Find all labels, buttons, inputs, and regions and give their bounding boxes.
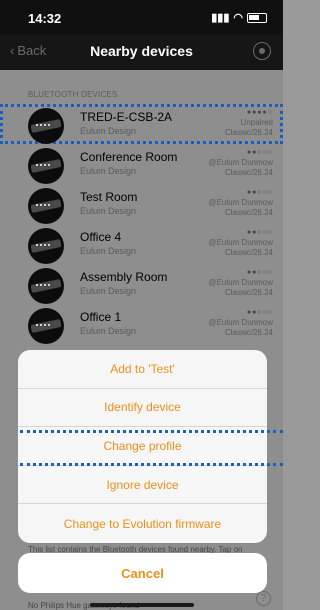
- status-bar: 14:32 ▮▮▮ ◠: [0, 0, 283, 34]
- device-maker: Eulum Design: [80, 246, 137, 256]
- device-maker: Eulum Design: [80, 326, 137, 336]
- status-time: 14:32: [28, 11, 62, 26]
- status-icons: ▮▮▮ ◠: [211, 11, 267, 24]
- signal-icon: ▮▮▮: [211, 12, 230, 24]
- device-thumbnail: [28, 148, 64, 184]
- device-row-test-room[interactable]: Test Room Eulum Design ●●○○○ @Eulum Dunm…: [0, 184, 283, 224]
- device-thumbnail: [28, 188, 64, 224]
- device-meta: @Eulum Dunmow Classic/26.24: [208, 318, 273, 337]
- signal-strength: ●●○○○: [246, 149, 273, 156]
- navigation-bar: ‹ Back Nearby devices: [0, 34, 283, 70]
- ignore-device-button[interactable]: Ignore device: [18, 466, 267, 505]
- device-thumbnail: [28, 108, 64, 144]
- page-title: Nearby devices: [90, 43, 193, 59]
- device-name: Test Room: [80, 190, 138, 204]
- device-list: TRED-E-CSB-2A Eulum Design ●●●●○ Unpaire…: [0, 104, 283, 344]
- signal-strength: ●●○○○: [246, 309, 273, 316]
- device-thumbnail: [28, 228, 64, 264]
- signal-strength: ●●○○○: [246, 229, 273, 236]
- device-row-office-1[interactable]: Office 1 Eulum Design ●●○○○ @Eulum Dunmo…: [0, 304, 283, 344]
- device-row-office-4[interactable]: Office 4 Eulum Design ●●○○○ @Eulum Dunmo…: [0, 224, 283, 264]
- add-to-test-button[interactable]: Add to 'Test': [18, 350, 267, 389]
- device-meta: @Eulum Dunmow Classic/26.24: [208, 278, 273, 297]
- device-row-tred[interactable]: TRED-E-CSB-2A Eulum Design ●●●●○ Unpaire…: [0, 104, 283, 144]
- device-maker: Eulum Design: [80, 286, 137, 296]
- device-name: Conference Room: [80, 150, 178, 164]
- device-row-assembly-room[interactable]: Assembly Room Eulum Design ●●○○○ @Eulum …: [0, 264, 283, 304]
- device-meta: Unpaired Classic/26.24: [224, 118, 273, 137]
- cancel-button[interactable]: Cancel: [18, 553, 267, 593]
- device-maker: Eulum Design: [80, 126, 137, 136]
- device-meta: @Eulum Dunmow Classic/26.24: [208, 158, 273, 177]
- signal-strength: ●●○○○: [246, 269, 273, 276]
- device-name: Office 4: [80, 230, 122, 244]
- battery-icon: [247, 12, 267, 23]
- wifi-icon: ◠: [233, 12, 243, 24]
- bluetooth-section-header: BLUETOOTH DEVICES: [28, 90, 118, 99]
- device-meta: @Eulum Dunmow Classic/26.24: [208, 198, 273, 217]
- help-icon[interactable]: ?: [256, 591, 271, 606]
- signal-strength: ●●○○○: [246, 189, 273, 196]
- device-name: Office 1: [80, 310, 122, 324]
- device-name: Assembly Room: [80, 270, 168, 284]
- signal-strength: ●●●●○: [246, 109, 273, 116]
- action-sheet: Add to 'Test' Identify device Change pro…: [18, 350, 267, 543]
- device-maker: Eulum Design: [80, 206, 137, 216]
- device-name: TRED-E-CSB-2A: [80, 110, 173, 124]
- device-meta: @Eulum Dunmow Classic/26.24: [208, 238, 273, 257]
- device-row-conference-room[interactable]: Conference Room Eulum Design ●●○○○ @Eulu…: [0, 144, 283, 184]
- device-thumbnail: [28, 308, 64, 344]
- change-profile-button[interactable]: Change profile: [18, 427, 267, 466]
- device-thumbnail: [28, 268, 64, 304]
- device-maker: Eulum Design: [80, 166, 137, 176]
- broadcast-icon[interactable]: [253, 42, 271, 60]
- change-firmware-button[interactable]: Change to Evolution firmware: [18, 504, 267, 543]
- identify-device-button[interactable]: Identify device: [18, 389, 267, 428]
- home-indicator: [90, 603, 194, 607]
